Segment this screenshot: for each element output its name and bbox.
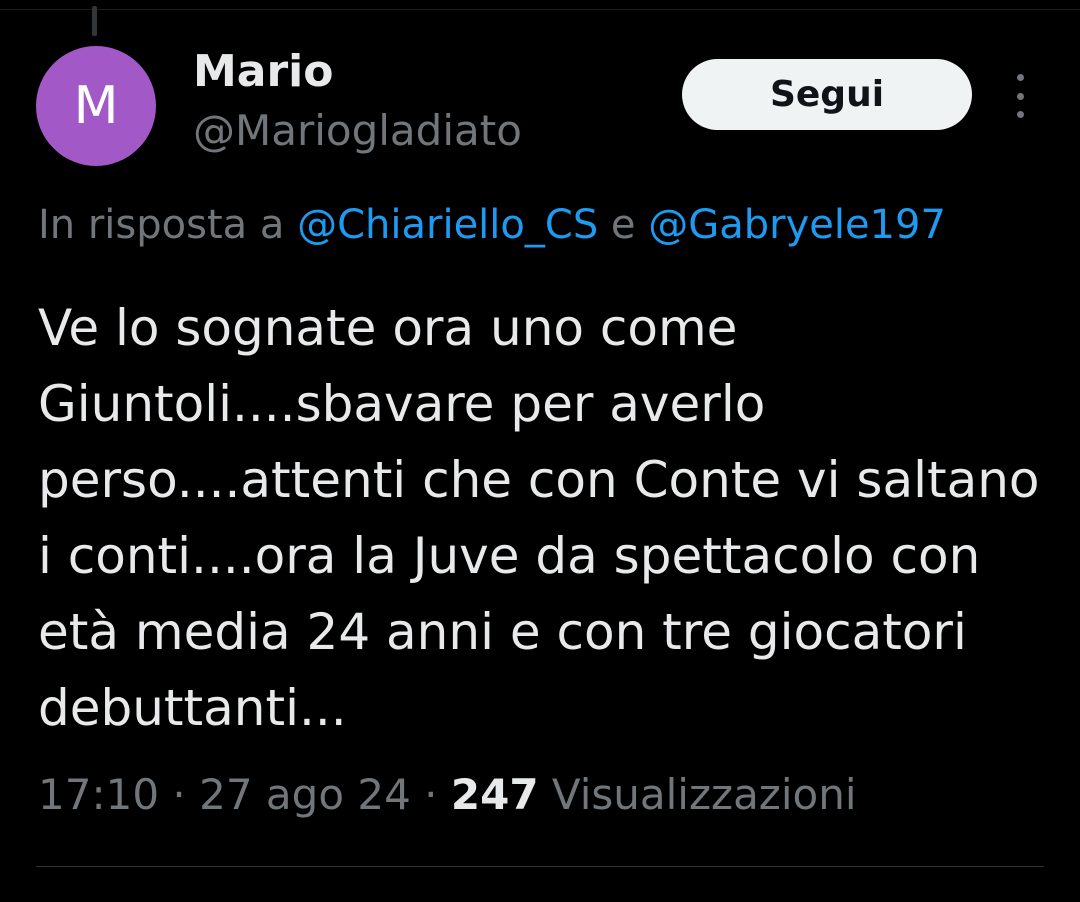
views-count[interactable]: 247: [451, 770, 539, 819]
avatar[interactable]: M: [36, 46, 156, 166]
more-vertical-icon[interactable]: [1008, 74, 1032, 118]
author-handle[interactable]: @Mariogladiato: [193, 106, 522, 155]
views-label[interactable]: Visualizzazioni: [552, 770, 857, 819]
follow-button[interactable]: Segui: [682, 59, 972, 130]
more-dot: [1016, 111, 1024, 118]
more-dot: [1016, 92, 1024, 100]
meta-separator: ·: [172, 770, 186, 819]
thread-connector-line: [92, 6, 97, 36]
avatar-letter: M: [73, 76, 119, 136]
reply-context: In risposta a @Chiariello_CS e @Gabryele…: [38, 202, 946, 248]
bottom-divider: [36, 866, 1044, 867]
reply-conjunction: e: [610, 202, 636, 248]
tweet-text: Ve lo sognate ora uno come Giuntoli....s…: [38, 299, 1040, 737]
author-display-name[interactable]: Mario: [193, 46, 334, 97]
mention-link-2[interactable]: @Gabryele197: [648, 202, 946, 248]
reply-prefix: In risposta a: [38, 202, 285, 248]
meta-separator: ·: [424, 770, 438, 819]
tweet-meta: 17:10 · 27 ago 24 · 247 Visualizzazioni: [38, 770, 857, 819]
top-divider: [0, 0, 1080, 10]
more-dot: [1016, 74, 1024, 81]
mention-link-1[interactable]: @Chiariello_CS: [297, 202, 598, 248]
tweet-date[interactable]: 27 ago 24: [199, 770, 411, 819]
tweet-time[interactable]: 17:10: [38, 770, 159, 819]
